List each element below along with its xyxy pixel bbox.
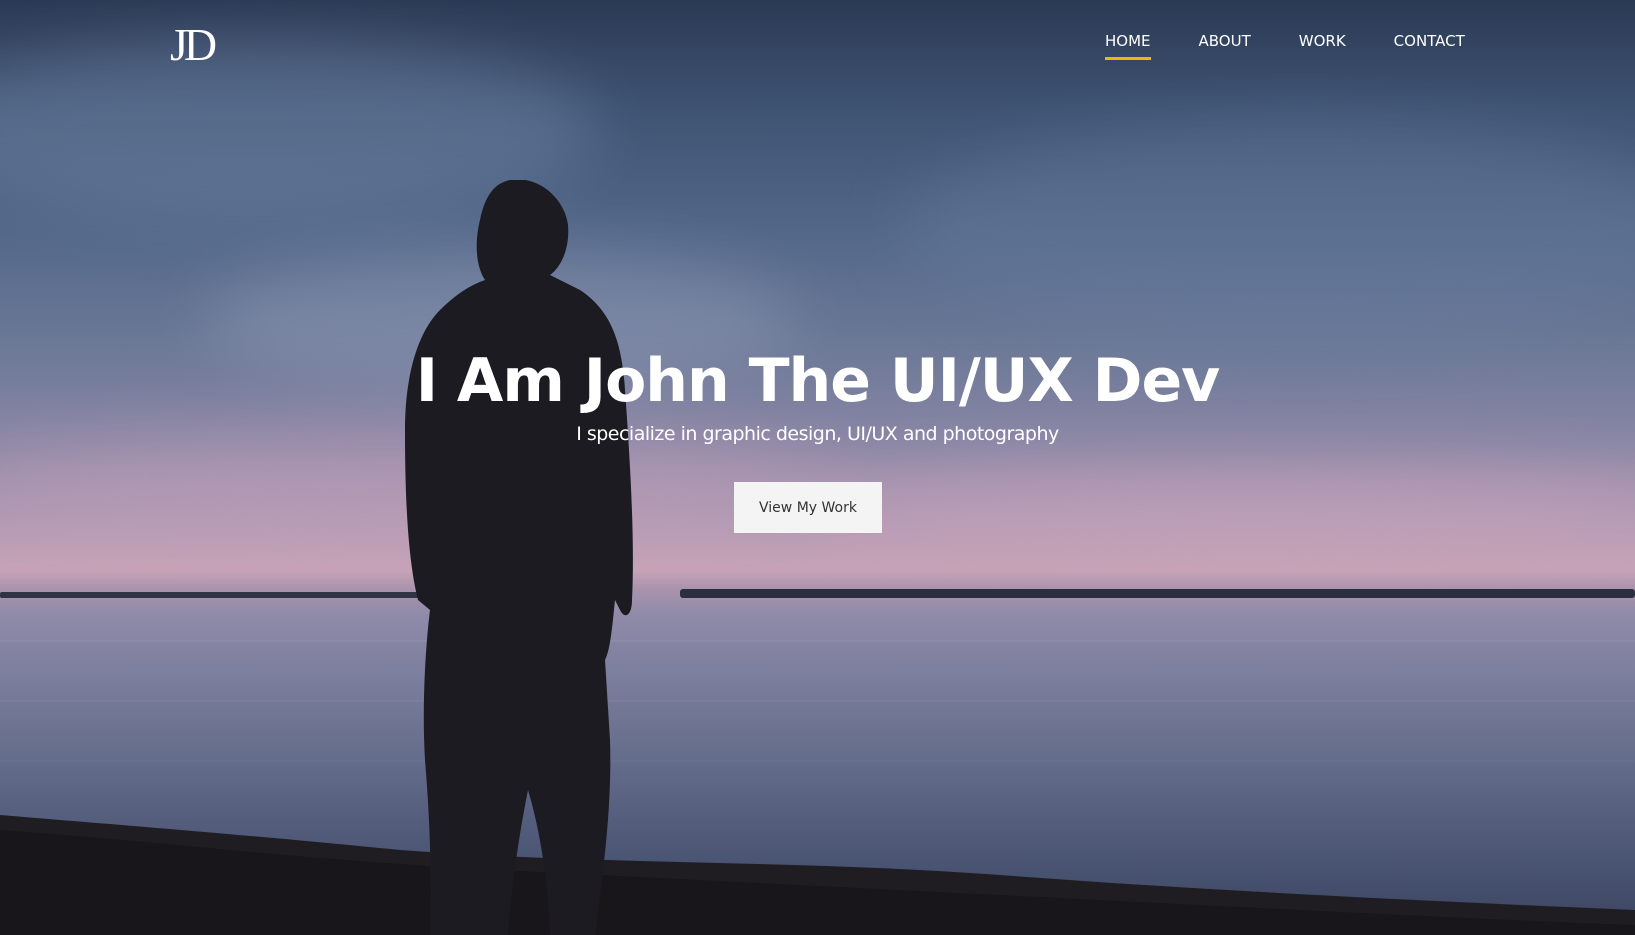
- nav-item-contact[interactable]: CONTACT: [1394, 32, 1465, 60]
- nav-item-work[interactable]: WORK: [1299, 32, 1346, 60]
- hero-background-image: [0, 0, 1635, 935]
- view-my-work-button[interactable]: View My Work: [734, 482, 882, 533]
- hero-title: I Am John The UI/UX Dev: [415, 346, 1221, 416]
- hero-subtitle: I specialize in graphic design, UI/UX an…: [576, 423, 1059, 445]
- site-logo[interactable]: JD: [170, 22, 217, 68]
- top-navigation-bar: JD HOME ABOUT WORK CONTACT: [0, 0, 1635, 90]
- hero-section: JD HOME ABOUT WORK CONTACT I Am John The…: [0, 0, 1635, 935]
- nav-item-about[interactable]: ABOUT: [1199, 32, 1251, 60]
- main-nav: HOME ABOUT WORK CONTACT: [1105, 32, 1465, 60]
- nav-item-home[interactable]: HOME: [1105, 32, 1151, 60]
